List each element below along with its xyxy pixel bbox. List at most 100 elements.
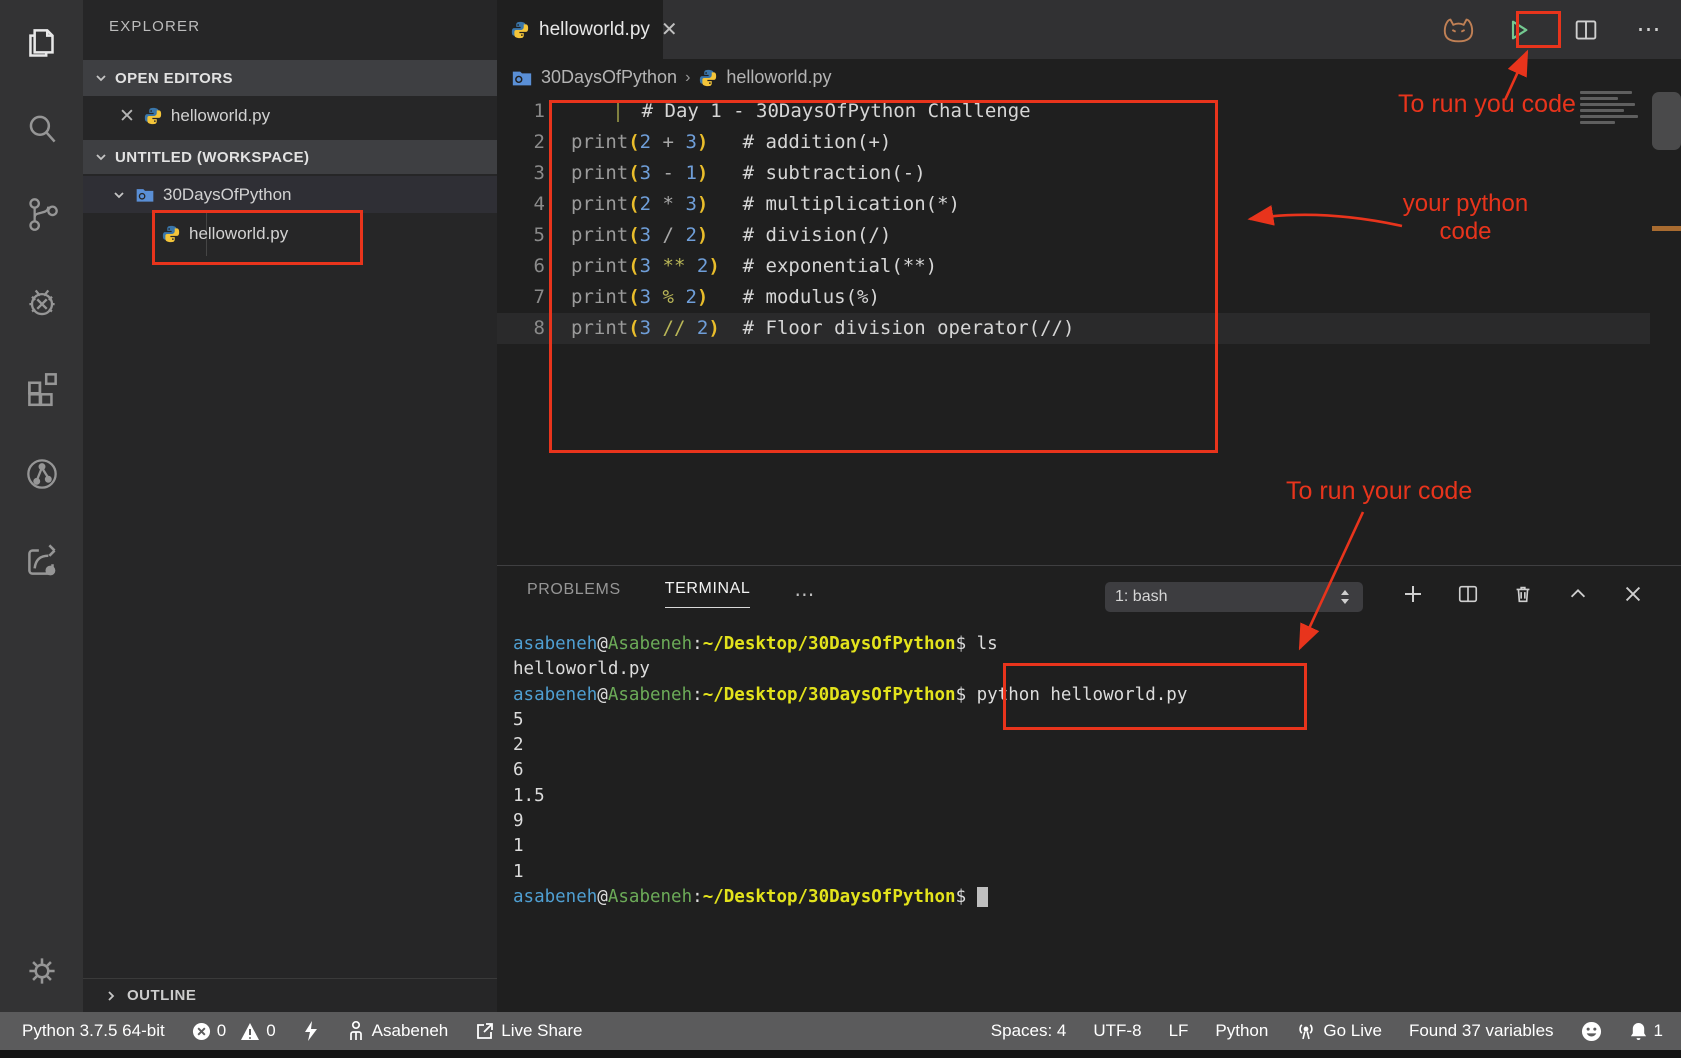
workspace-section[interactable]: UNTITLED (WORKSPACE) bbox=[83, 140, 497, 174]
activity-bar bbox=[0, 0, 83, 1012]
kill-terminal-icon[interactable] bbox=[1511, 582, 1535, 606]
terminal-token: : bbox=[692, 634, 703, 654]
problems-status[interactable]: 0 0 bbox=[192, 1021, 276, 1041]
code-token: 1 bbox=[685, 162, 696, 184]
split-editor-icon[interactable] bbox=[1563, 7, 1609, 53]
folder-name: 30DaysOfPython bbox=[163, 185, 292, 205]
close-editor-icon[interactable]: ✕ bbox=[119, 107, 135, 126]
panel-more-icon[interactable]: ⋯ bbox=[794, 582, 816, 607]
open-editor-item[interactable]: ✕ helloworld.py bbox=[83, 96, 497, 136]
search-icon[interactable] bbox=[0, 103, 83, 155]
shell-selector[interactable]: 1: bash bbox=[1105, 582, 1363, 612]
file-row[interactable]: helloworld.py bbox=[83, 214, 497, 254]
tab-problems[interactable]: PROBLEMS bbox=[527, 581, 621, 608]
code-token: # multiplication(*) bbox=[708, 193, 960, 215]
terminal-token: asabeneh bbox=[513, 634, 597, 654]
terminal-line: 1.5 bbox=[513, 784, 1187, 809]
breadcrumb-folder[interactable]: 30DaysOfPython bbox=[541, 67, 677, 88]
account-status[interactable]: Asabeneh bbox=[346, 1020, 449, 1042]
maximize-panel-icon[interactable] bbox=[1566, 582, 1590, 606]
extensions-icon[interactable] bbox=[0, 362, 83, 414]
line-number: 6 bbox=[497, 251, 571, 282]
code-token: # division(/) bbox=[708, 224, 891, 246]
terminal-line: 2 bbox=[513, 733, 1187, 758]
code-token: * bbox=[651, 193, 685, 215]
terminal-line: asabeneh@Asabeneh:~/Desktop/30DaysOfPyth… bbox=[513, 632, 1187, 657]
code-token: # addition(+) bbox=[708, 131, 891, 153]
account-name: Asabeneh bbox=[372, 1021, 449, 1041]
terminal-output[interactable]: asabeneh@Asabeneh:~/Desktop/30DaysOfPyth… bbox=[513, 632, 1187, 910]
feedback-smiley[interactable] bbox=[1581, 1021, 1602, 1042]
arrow-to-run-button bbox=[1505, 52, 1527, 100]
outline-label: OUTLINE bbox=[127, 987, 196, 1004]
code-token: ) bbox=[708, 317, 719, 339]
editor-tab-helloworld[interactable]: helloworld.py ✕ bbox=[497, 0, 663, 59]
terminal-line: 5 bbox=[513, 708, 1187, 733]
annotation-run-bottom: To run your code bbox=[1286, 477, 1472, 506]
code-editor[interactable]: 1 # Day 1 - 30DaysOfPython Challenge2pri… bbox=[497, 96, 1650, 344]
go-live-button[interactable]: Go Live bbox=[1295, 1020, 1382, 1042]
code-token bbox=[571, 100, 617, 122]
language-status[interactable]: Python bbox=[1215, 1021, 1268, 1041]
code-token: print bbox=[571, 131, 628, 153]
tab-terminal[interactable]: TERMINAL bbox=[665, 580, 751, 608]
terminal-token: @ bbox=[597, 685, 608, 705]
terminal-token: 5 bbox=[513, 710, 524, 730]
line-text: print(3 - 1) # subtraction(-) bbox=[571, 158, 926, 189]
line-text: print(3 / 2) # division(/) bbox=[571, 220, 891, 251]
breadcrumb[interactable]: 30DaysOfPython › helloworld.py bbox=[497, 59, 831, 96]
variables-status[interactable]: Found 37 variables bbox=[1409, 1021, 1554, 1041]
terminal-token: : bbox=[692, 685, 703, 705]
code-token: ** bbox=[651, 255, 697, 277]
code-token: 3 bbox=[640, 286, 651, 308]
line-number: 8 bbox=[497, 313, 571, 344]
breadcrumb-file[interactable]: helloworld.py bbox=[726, 67, 831, 88]
code-token: ( bbox=[628, 131, 639, 153]
terminal-panel: PROBLEMS TERMINAL ⋯ 1: bash bbox=[497, 565, 1681, 1012]
code-token: print bbox=[571, 193, 628, 215]
code-line: 5print(3 / 2) # division(/) bbox=[497, 220, 1650, 251]
code-token: print bbox=[571, 224, 628, 246]
cat-icon[interactable] bbox=[1435, 7, 1481, 53]
terminal-line: 6 bbox=[513, 758, 1187, 783]
code-token: 3 bbox=[640, 224, 651, 246]
code-token: ) bbox=[708, 255, 719, 277]
chevron-down-icon bbox=[93, 70, 109, 86]
indentation-status[interactable]: Spaces: 4 bbox=[991, 1021, 1067, 1041]
line-text: print(3 // 2) # Floor division operator(… bbox=[571, 313, 1074, 344]
eol-status[interactable]: LF bbox=[1169, 1021, 1189, 1041]
flash-status[interactable] bbox=[303, 1020, 319, 1042]
debug-icon[interactable] bbox=[0, 276, 83, 328]
close-panel-icon[interactable] bbox=[1621, 582, 1645, 606]
python-interpreter[interactable]: Python 3.7.5 64-bit bbox=[22, 1021, 165, 1041]
bell-icon bbox=[1629, 1021, 1648, 1042]
settings-gear-icon[interactable] bbox=[0, 945, 83, 997]
run-button[interactable] bbox=[1495, 7, 1541, 53]
terminal-token bbox=[966, 887, 977, 907]
outline-section[interactable]: OUTLINE bbox=[83, 978, 497, 1012]
tab-close-icon[interactable]: ✕ bbox=[661, 17, 678, 42]
live-share-icon[interactable] bbox=[0, 534, 83, 586]
more-actions-icon[interactable]: ⋯ bbox=[1627, 7, 1673, 53]
explorer-icon[interactable] bbox=[0, 18, 83, 70]
folder-row[interactable]: 30DaysOfPython bbox=[83, 176, 497, 213]
open-editors-section[interactable]: OPEN EDITORS bbox=[83, 60, 497, 96]
code-line: 4print(2 * 3) # multiplication(*) bbox=[497, 189, 1650, 220]
source-control-icon[interactable] bbox=[0, 188, 83, 240]
line-number: 1 bbox=[497, 96, 571, 127]
warning-count: 0 bbox=[266, 1021, 275, 1041]
code-token: 2 bbox=[640, 193, 651, 215]
terminal-line: helloworld.py bbox=[513, 657, 1187, 682]
code-token: 2 bbox=[640, 131, 651, 153]
terminal-token: helloworld.py bbox=[513, 659, 650, 679]
split-terminal-icon[interactable] bbox=[1456, 582, 1480, 606]
encoding-status[interactable]: UTF-8 bbox=[1093, 1021, 1141, 1041]
terminal-token: ~/Desktop/30DaysOfPython bbox=[703, 685, 956, 705]
notifications-bell[interactable]: 1 bbox=[1629, 1021, 1663, 1042]
editor-scrollbar[interactable] bbox=[1652, 92, 1681, 150]
new-terminal-icon[interactable] bbox=[1401, 582, 1425, 606]
test-circle-icon[interactable] bbox=[0, 448, 83, 500]
minimap[interactable] bbox=[1580, 91, 1646, 127]
code-line: 3print(3 - 1) # subtraction(-) bbox=[497, 158, 1650, 189]
live-share-status[interactable]: Live Share bbox=[475, 1021, 582, 1041]
